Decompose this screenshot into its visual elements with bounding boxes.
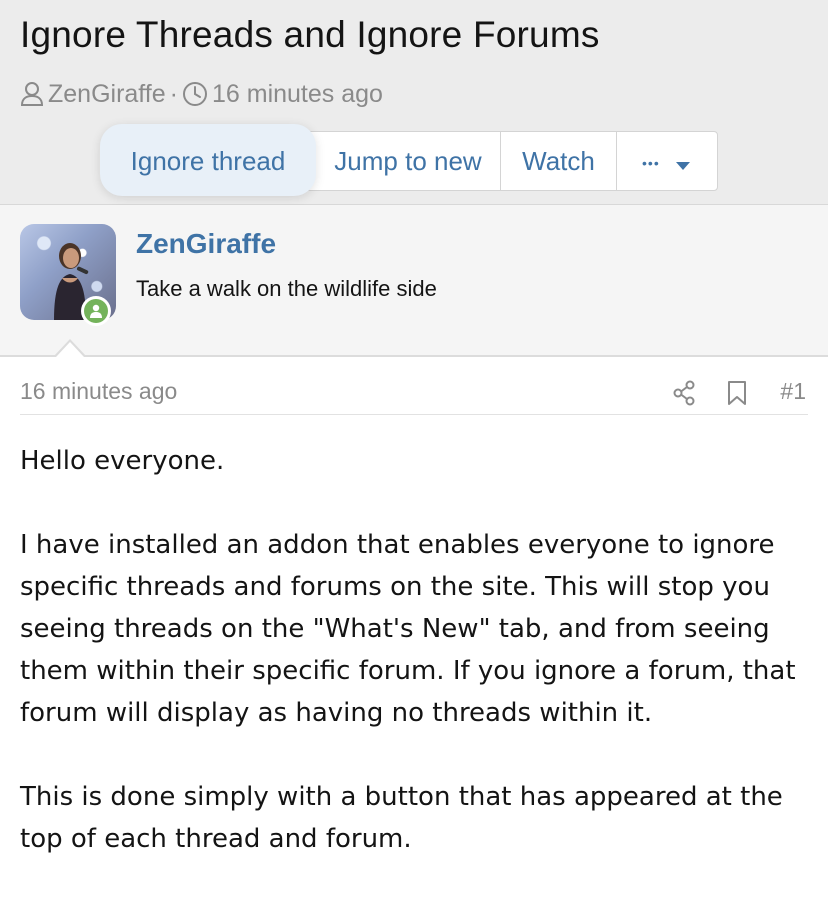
author-name[interactable]: ZenGiraffe — [136, 228, 276, 260]
author-tagline: Take a walk on the wildlife side — [136, 276, 437, 301]
caret-down-icon — [675, 133, 691, 193]
post-paragraph: Hello everyone. — [20, 446, 225, 476]
post-paragraph: This is done simply with a button that h… — [20, 782, 783, 854]
post-paragraph: I have installed an addon that enables e… — [20, 530, 796, 728]
thread-author-link[interactable]: ZenGiraffe — [48, 80, 166, 109]
ignore-thread-button[interactable]: Ignore thread — [100, 128, 316, 194]
thread-meta: ZenGiraffe · 16 minutes ago — [20, 78, 383, 110]
meta-separator: · — [169, 79, 178, 108]
post-time[interactable]: 16 minutes ago — [20, 378, 177, 405]
bookmark-icon[interactable] — [726, 380, 748, 411]
jump-to-new-button[interactable]: Jump to new — [316, 131, 500, 191]
thread-time[interactable]: 16 minutes ago — [212, 80, 383, 109]
page-title: Ignore Threads and Ignore Forums — [20, 14, 600, 55]
share-icon[interactable] — [672, 380, 696, 411]
message-arrow-inner — [56, 342, 84, 357]
watch-button[interactable]: Watch — [501, 131, 616, 191]
post-number-link[interactable]: #1 — [780, 378, 806, 405]
clock-icon — [182, 81, 208, 107]
user-icon — [20, 81, 44, 107]
more-options-button[interactable]: ••• — [617, 131, 716, 191]
post-meta: 16 minutes ago #1 — [20, 372, 808, 415]
post-body: Hello everyone. I have installed an addo… — [20, 440, 810, 902]
online-status-badge — [81, 296, 111, 326]
user-online-icon — [90, 304, 102, 318]
more-dots: ••• — [642, 155, 660, 172]
